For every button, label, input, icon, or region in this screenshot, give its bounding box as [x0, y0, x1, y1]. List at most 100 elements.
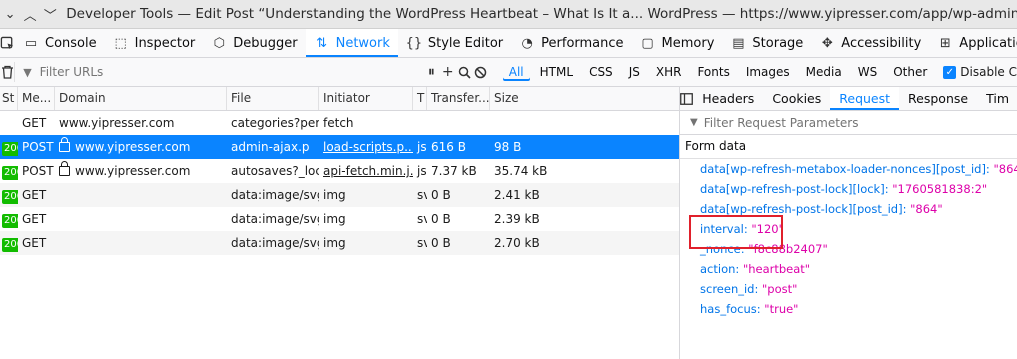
tab-network[interactable]: ⇅ Network — [305, 29, 398, 57]
tab-debugger[interactable]: ⬡ Debugger — [203, 29, 305, 57]
trash-icon[interactable] — [0, 65, 14, 79]
initiator-link[interactable]: api-fetch.min.j... — [323, 164, 413, 178]
header-size[interactable]: Size — [490, 87, 679, 110]
filter-urls-input[interactable] — [37, 64, 382, 80]
table-row[interactable]: 200 POST www.yipresser.com admin-ajax.p load… — [0, 135, 679, 159]
initiator-text: img — [323, 188, 346, 202]
table-row[interactable]: GET www.yipresser.com categories?per_p fetc… — [0, 111, 679, 135]
filter-type-html[interactable]: HTML — [534, 63, 579, 81]
type-cell: js — [413, 135, 427, 159]
tab-label: Debugger — [233, 35, 298, 51]
filter-type-xhr[interactable]: XHR — [650, 63, 688, 81]
chevron-up-icon[interactable]: ︿ — [20, 0, 40, 28]
block-icon[interactable] — [472, 66, 488, 79]
status-cell: 200 — [0, 231, 18, 255]
file-cell: data:image/svg+ — [227, 183, 319, 207]
filter-type-js[interactable]: JS — [623, 63, 646, 81]
lock-icon — [59, 137, 70, 152]
size-cell-text: 98 B — [494, 140, 522, 154]
request-params-filter[interactable]: ▼ Filter Request Parameters — [680, 111, 1017, 135]
transferred-cell-text: 7.37 kB — [431, 164, 477, 178]
status-cell — [0, 111, 18, 135]
tab-label: Memory — [661, 35, 715, 51]
tab-console[interactable]: ▭ Console — [15, 29, 105, 57]
status-cell: 200 — [0, 159, 18, 183]
accessibility-icon: ✥ — [821, 35, 833, 51]
domain-cell: www.yipresser.com — [55, 111, 227, 135]
type-cell-text: sv — [417, 188, 427, 202]
status-cell: 200 — [0, 135, 18, 159]
filter-type-css[interactable]: CSS — [583, 63, 619, 81]
filter-urls-box[interactable]: ▼ — [14, 62, 423, 82]
header-domain[interactable]: Domain — [55, 87, 227, 110]
form-param-row[interactable]: screen_id: "post" — [680, 279, 1017, 299]
filter-type-ws[interactable]: WS — [852, 63, 883, 81]
window-title: Developer Tools — Edit Post “Understandi… — [66, 6, 1017, 22]
element-picker-icon[interactable] — [0, 29, 15, 57]
table-row[interactable]: 200 POST www.yipresser.com autosaves?_local… — [0, 159, 679, 183]
status-badge: 200 — [2, 238, 18, 252]
status-cell: 200 — [0, 183, 18, 207]
filter-type-fonts[interactable]: Fonts — [691, 63, 735, 81]
tab-application[interactable]: ⊞ Application — [929, 29, 1017, 57]
form-param-row[interactable]: action: "heartbeat" — [680, 259, 1017, 279]
table-row[interactable]: 200 GET data:image/svg+ img sv 0 B 2.39 kB — [0, 207, 679, 231]
transferred-cell-text: 0 B — [431, 188, 451, 202]
disable-cache-checkbox[interactable]: ✓ Disable C — [943, 65, 1017, 79]
debugger-icon: ⬡ — [213, 35, 225, 51]
form-data-section-title[interactable]: Form data — [680, 135, 1017, 159]
method-cell-text: POST — [22, 164, 54, 178]
type-cell — [413, 111, 427, 135]
form-param-row[interactable]: data[wp-refresh-metabox-loader-nonces][p… — [680, 159, 1017, 179]
tab-accessibility[interactable]: ✥ Accessibility — [811, 29, 929, 57]
domain-cell — [55, 207, 227, 231]
filter-type-media[interactable]: Media — [800, 63, 848, 81]
file-cell-text: admin-ajax.p — [231, 140, 310, 154]
form-param-row[interactable]: has_focus: "true" — [680, 299, 1017, 319]
filter-type-images[interactable]: Images — [740, 63, 796, 81]
header-method[interactable]: Me... — [18, 87, 55, 110]
tab-memory[interactable]: ▢ Memory — [632, 29, 723, 57]
header-initiator[interactable]: Initiator — [319, 87, 413, 110]
param-value: "1760581838:2" — [892, 182, 988, 196]
details-tab-request[interactable]: Request — [830, 87, 900, 110]
form-param-row[interactable]: data[wp-refresh-post-lock][lock]: "17605… — [680, 179, 1017, 199]
network-request-table: St Me... Domain File Initiator T Transfe… — [0, 87, 679, 359]
initiator-link[interactable]: load-scripts.p... — [323, 140, 413, 154]
tab-storage[interactable]: ▤ Storage — [722, 29, 811, 57]
file-cell-text: data:image/svg+ — [231, 212, 319, 226]
header-file[interactable]: File — [227, 87, 319, 110]
header-transferred[interactable]: Transfer... — [427, 87, 490, 110]
details-tab-response[interactable]: Response — [899, 87, 977, 110]
filter-type-all[interactable]: All — [503, 63, 530, 81]
search-icon[interactable] — [456, 66, 472, 79]
details-tab-headers[interactable]: Headers — [693, 87, 763, 110]
file-cell: data:image/svg+ — [227, 207, 319, 231]
file-cell-text: categories?per_p — [231, 116, 319, 130]
status-badge: 200 — [2, 190, 18, 204]
tab-performance[interactable]: ◔ Performance — [511, 29, 631, 57]
chevron-down-icon[interactable]: ﹀ — [40, 0, 60, 28]
filter-type-other[interactable]: Other — [887, 63, 933, 81]
initiator-cell: api-fetch.min.j... — [319, 159, 413, 183]
pause-icon[interactable]: ⏸ — [423, 64, 439, 80]
details-tab-tim[interactable]: Tim — [977, 87, 1017, 110]
header-type[interactable]: T — [413, 87, 427, 110]
annotation-highlight-box — [689, 215, 783, 249]
file-cell-text: data:image/svg+ — [231, 236, 319, 250]
tab-style-editor[interactable]: {} Style Editor — [398, 29, 511, 57]
details-tab-cookies[interactable]: Cookies — [763, 87, 830, 110]
header-status[interactable]: St — [0, 87, 18, 110]
add-icon[interactable]: + — [440, 64, 456, 80]
table-row[interactable]: 200 GET data:image/svg+ img sv 0 B 2.70 kB — [0, 231, 679, 255]
initiator-cell: img — [319, 207, 413, 231]
status-badge: 200 — [2, 142, 18, 156]
tab-label: Inspector — [134, 35, 196, 51]
file-cell: autosaves?_locale — [227, 159, 319, 183]
tab-inspector[interactable]: ⬚ Inspector — [105, 29, 204, 57]
table-row[interactable]: 200 GET data:image/svg+ img sv 0 B 2.41 kB — [0, 183, 679, 207]
chevron-down-icon[interactable]: ⌄ — [0, 0, 20, 28]
param-key: data[wp-refresh-post-lock][post_id]: — [700, 202, 907, 216]
type-cell-text: js — [417, 140, 427, 154]
toggle-panel-icon[interactable] — [680, 92, 694, 105]
